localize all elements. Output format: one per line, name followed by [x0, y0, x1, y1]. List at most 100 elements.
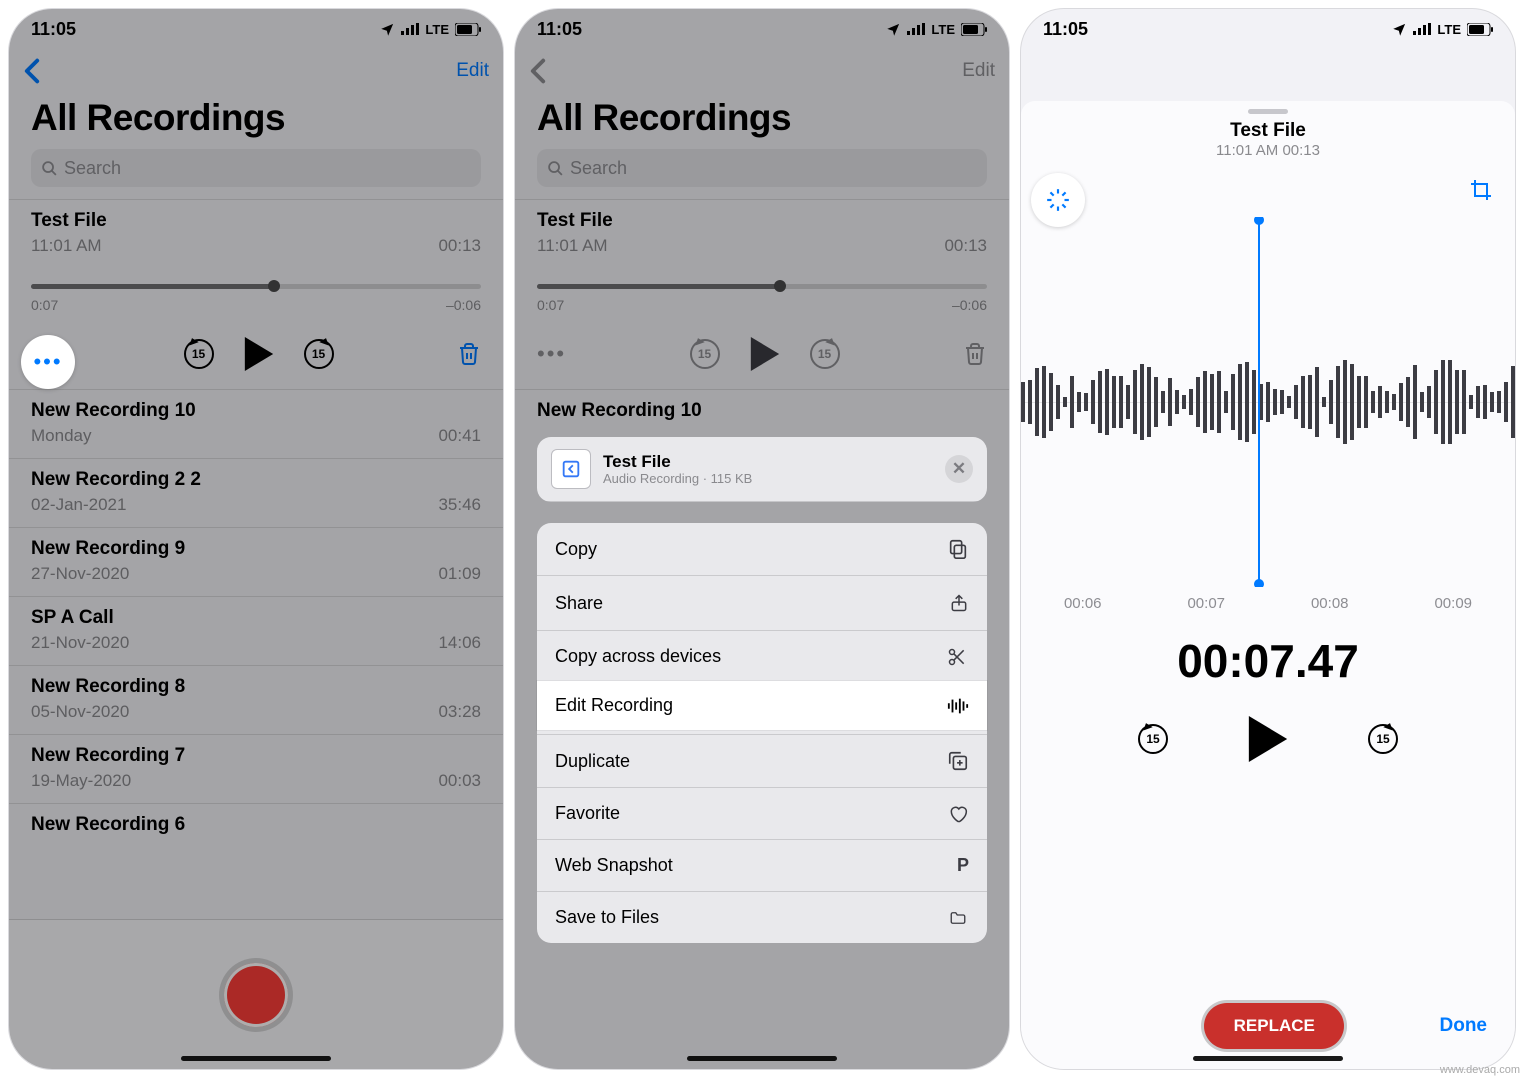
- menu-save-to-files[interactable]: Save to Files: [537, 892, 987, 943]
- list-item[interactable]: New Recording 927-Nov-202001:09: [9, 528, 503, 597]
- status-network: LTE: [425, 22, 449, 37]
- trash-icon[interactable]: [457, 340, 481, 368]
- search-icon: [41, 160, 58, 177]
- status-network: LTE: [1437, 22, 1461, 37]
- edit-button[interactable]: Edit: [456, 60, 489, 82]
- home-indicator: [181, 1056, 331, 1061]
- sheet-file-title: Test File: [603, 452, 752, 472]
- waveform-icon: [947, 697, 969, 715]
- record-bar: [9, 919, 503, 1069]
- edit-sheet: Test File 11:01 AM 00:13 00:06 00:07 00:…: [1021, 101, 1515, 1069]
- callout-enhance-button: [1031, 173, 1085, 227]
- done-button[interactable]: Done: [1440, 1015, 1488, 1037]
- list-item[interactable]: New Recording 6: [9, 804, 503, 848]
- status-bar: 11:05 LTE: [9, 9, 503, 49]
- trash-icon[interactable]: [963, 340, 987, 368]
- search-placeholder: Search: [570, 158, 627, 179]
- remaining: –0:06: [446, 297, 481, 313]
- signal-icon: [1413, 23, 1431, 35]
- current-duration: 00:13: [438, 236, 481, 256]
- callout-more-button: •••: [21, 335, 75, 389]
- edit-button[interactable]: Edit: [962, 60, 995, 82]
- list-item[interactable]: New Recording 719-May-202000:03: [9, 735, 503, 804]
- skip-back-15-icon[interactable]: 15: [690, 339, 720, 369]
- list-item[interactable]: New Recording 2 202-Jan-202135:46: [9, 459, 503, 528]
- search-placeholder: Search: [64, 158, 121, 179]
- menu-favorite[interactable]: Favorite: [537, 788, 987, 840]
- file-thumbnail-icon: [551, 449, 591, 489]
- page-title: All Recordings: [9, 93, 503, 149]
- share-icon: [949, 591, 969, 615]
- highlight-edit-recording[interactable]: Edit Recording: [537, 681, 987, 730]
- menu-copy[interactable]: Copy: [537, 523, 987, 576]
- player-controls: 0:07 –0:06 ••• 15 15: [9, 284, 503, 390]
- close-icon[interactable]: ✕: [945, 455, 973, 483]
- more-button[interactable]: •••: [537, 341, 566, 367]
- play-icon[interactable]: [244, 337, 274, 371]
- phone-3-edit-recording: 11:05 LTE Test File 11:01 AM 00:13: [1020, 8, 1516, 1070]
- play-icon[interactable]: [750, 337, 780, 371]
- signal-icon: [401, 23, 419, 35]
- current-time: 00:07.47: [1021, 634, 1515, 688]
- current-recording[interactable]: Test File 11:01 AM00:13: [515, 199, 1009, 258]
- folder-icon: [947, 909, 969, 927]
- home-indicator: [687, 1056, 837, 1061]
- sheet-file-subtitle: Audio Recording · 115 KB: [603, 471, 752, 486]
- search-input[interactable]: Search: [31, 149, 481, 187]
- phone-1-all-recordings: 11:05 LTE Edit All Recordings Search Tes…: [8, 8, 504, 1070]
- current-time: 11:01 AM: [31, 236, 102, 256]
- skip-back-15-icon[interactable]: 15: [184, 339, 214, 369]
- watermark: www.devaq.com: [1440, 1064, 1520, 1076]
- record-button[interactable]: [224, 963, 288, 1027]
- signal-icon: [907, 23, 925, 35]
- replace-button[interactable]: REPLACE: [1204, 1003, 1344, 1049]
- grabber[interactable]: [1248, 109, 1288, 114]
- copy-icon: [947, 538, 969, 560]
- skip-fwd-15-icon[interactable]: 15: [304, 339, 334, 369]
- menu-duplicate[interactable]: Duplicate: [537, 735, 987, 788]
- play-icon[interactable]: [1248, 716, 1288, 762]
- status-network: LTE: [931, 22, 955, 37]
- progress-bar[interactable]: [31, 284, 481, 289]
- playhead[interactable]: [1258, 217, 1260, 587]
- location-icon: [380, 22, 395, 37]
- back-icon[interactable]: [529, 58, 547, 84]
- phone-2-action-sheet: 11:05 LTE Edit All Recordings Search Tes…: [514, 8, 1010, 1070]
- status-time: 11:05: [1043, 19, 1088, 40]
- back-icon[interactable]: [23, 58, 41, 84]
- list-item[interactable]: New Recording 10: [515, 390, 1009, 434]
- time-ticks: 00:06 00:07 00:08 00:09: [1021, 587, 1515, 612]
- edit-title: Test File: [1021, 120, 1515, 142]
- duplicate-icon: [947, 750, 969, 772]
- p-icon: P: [957, 855, 969, 876]
- current-name: Test File: [31, 210, 107, 232]
- search-icon: [547, 160, 564, 177]
- status-bar: 11:05 LTE: [1021, 9, 1515, 49]
- location-icon: [886, 22, 901, 37]
- battery-icon: [961, 23, 987, 36]
- skip-fwd-15-icon[interactable]: 15: [1368, 724, 1398, 754]
- current-recording[interactable]: Test File 11:01 AM 00:13: [9, 199, 503, 258]
- skip-back-15-icon[interactable]: 15: [1138, 724, 1168, 754]
- waveform[interactable]: [1021, 217, 1515, 587]
- skip-fwd-15-icon[interactable]: 15: [810, 339, 840, 369]
- heart-icon: [947, 804, 969, 824]
- elapsed: 0:07: [31, 297, 58, 313]
- menu-web-snapshot[interactable]: Web Snapshot P: [537, 840, 987, 892]
- crop-icon[interactable]: [1469, 178, 1493, 202]
- location-icon: [1392, 22, 1407, 37]
- list-item[interactable]: New Recording 10Monday00:41: [9, 390, 503, 459]
- action-sheet-menu: Copy Share Copy across devices Edit Reco…: [537, 523, 987, 943]
- player-controls: 0:07–0:06 ••• 15 15: [515, 284, 1009, 390]
- scissors-icon: [945, 647, 969, 667]
- nav-bar: Edit: [515, 49, 1009, 93]
- menu-copy-across[interactable]: Copy across devices: [537, 631, 987, 683]
- search-input[interactable]: Search: [537, 149, 987, 187]
- list-item[interactable]: SP A Call21-Nov-202014:06: [9, 597, 503, 666]
- edit-subtitle: 11:01 AM 00:13: [1021, 142, 1515, 159]
- home-indicator: [1193, 1056, 1343, 1061]
- page-title: All Recordings: [515, 93, 1009, 149]
- status-time: 11:05: [31, 19, 76, 40]
- list-item[interactable]: New Recording 805-Nov-202003:28: [9, 666, 503, 735]
- menu-share[interactable]: Share: [537, 576, 987, 631]
